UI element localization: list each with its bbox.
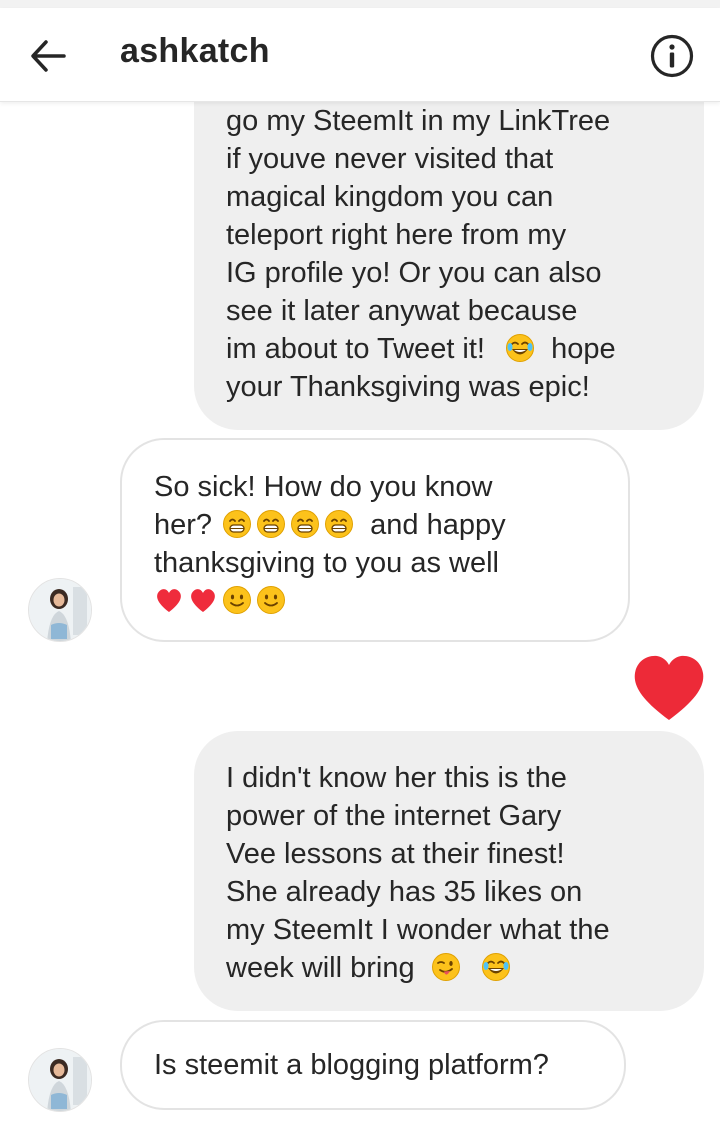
profile-photo-icon — [29, 579, 91, 641]
message-line: magical kingdom you can — [226, 181, 554, 213]
info-circle-icon — [650, 34, 694, 78]
back-button[interactable] — [26, 34, 70, 78]
heart-icon — [634, 655, 704, 720]
message-text: im about to Tweet it! — [226, 333, 485, 365]
message-line: teleport right here from my — [226, 219, 567, 251]
grinning-emoji-icon — [325, 510, 354, 538]
message-line: Vee lessons at their finest! — [226, 838, 565, 870]
message-text: week will bring — [226, 952, 415, 984]
heart-reaction[interactable] — [632, 654, 706, 722]
message-line: I didn't know her this is the — [226, 762, 567, 794]
message-line: thanksgiving to you as well — [154, 547, 499, 579]
message-line: go my SteemIt in my LinkTree — [226, 105, 611, 137]
profile-photo-icon — [29, 1049, 91, 1111]
message-line: see it later anywat because — [226, 295, 578, 327]
status-bar-strip — [0, 0, 720, 8]
avatar[interactable] — [28, 578, 92, 642]
message-line: Is steemit a blogging platform? — [154, 1049, 549, 1081]
page-title[interactable]: ashkatch — [120, 32, 270, 71]
smiling-face-emoji-icon — [223, 586, 251, 614]
outgoing-message-bubble[interactable]: I didn't know her this is the power of t… — [194, 731, 704, 1011]
avatar[interactable] — [28, 1048, 92, 1112]
incoming-message-bubble[interactable]: So sick! How do you know her? and happy … — [120, 438, 630, 642]
message-line: So sick! How do you know — [154, 471, 493, 503]
outgoing-message-bubble[interactable]: go my SteemIt in my LinkTree if youve ne… — [194, 60, 704, 430]
winking-tongue-emoji-icon — [431, 953, 460, 981]
tears-of-joy-emoji-icon — [481, 953, 510, 981]
info-button[interactable] — [648, 32, 696, 80]
grinning-emoji-icon — [223, 510, 252, 538]
message-line — [154, 582, 596, 620]
message-line: week will bring — [226, 949, 672, 987]
red-heart-emoji-icon — [157, 589, 181, 612]
message-line: im about to Tweet it! hope — [226, 330, 672, 368]
message-line: She already has 35 likes on — [226, 876, 583, 908]
grinning-emoji-icon — [291, 510, 320, 538]
message-line: IG profile yo! Or you can also — [226, 257, 602, 289]
message-line: her? and happy — [154, 506, 596, 544]
tears-of-joy-emoji-icon — [506, 334, 535, 362]
message-line: your Thanksgiving was epic! — [226, 371, 590, 403]
message-line: power of the internet Gary — [226, 800, 562, 832]
message-line: if youve never visited that — [226, 143, 554, 175]
incoming-message-bubble[interactable]: Is steemit a blogging platform? — [120, 1020, 626, 1110]
smiling-face-emoji-icon — [257, 586, 285, 614]
message-text: hope — [551, 333, 616, 365]
message-line: my SteemIt I wonder what the — [226, 914, 610, 946]
red-heart-emoji-icon — [191, 589, 215, 612]
grinning-emoji-icon — [257, 510, 286, 538]
chat-header: ashkatch — [0, 8, 720, 102]
message-text: her? — [154, 509, 213, 541]
message-text: and happy — [370, 509, 506, 541]
arrow-left-icon — [31, 40, 66, 72]
